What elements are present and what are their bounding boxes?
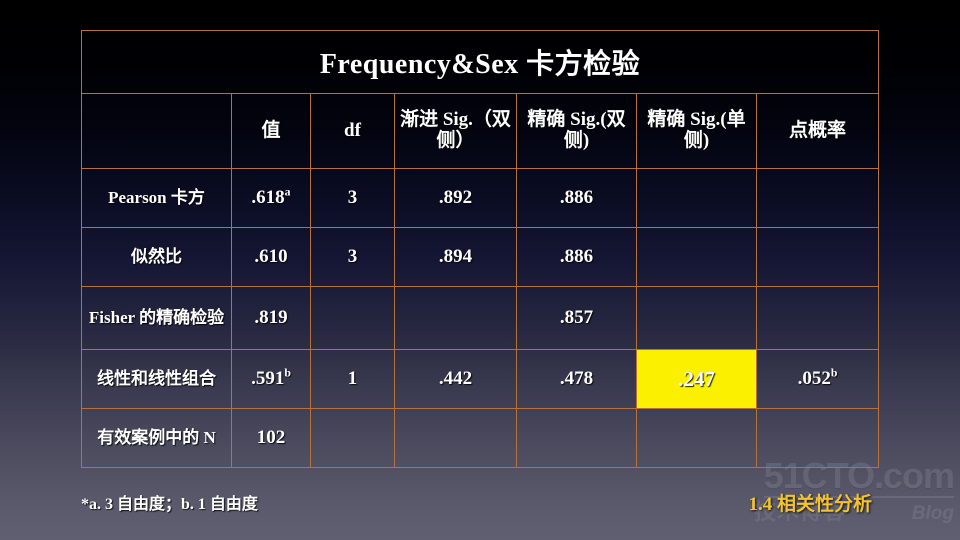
data-cell: .478	[516, 349, 637, 409]
data-cell	[394, 408, 517, 468]
highlighted-cell: .247	[636, 349, 757, 409]
data-cell: .886	[516, 227, 637, 287]
section-label: 1.4 相关性分析	[748, 493, 872, 515]
data-cell: .610	[231, 227, 311, 287]
cell-footnote-marker: a	[284, 185, 291, 199]
data-cell	[636, 408, 757, 468]
data-cell: 1	[310, 349, 395, 409]
cell-value: .618	[251, 187, 285, 208]
slide-canvas: 51CTO.com 技术博客 Blog Frequency&Sex 卡方检验值 d…	[0, 0, 960, 540]
data-cell	[516, 408, 637, 468]
chi-square-table: Frequency&Sex 卡方检验值 df 渐进 Sig.（双侧） 精确 Sig.(…	[81, 30, 879, 468]
cell-value: .591	[251, 368, 285, 389]
data-cell	[756, 168, 879, 228]
data-cell: .819	[231, 286, 311, 350]
data-cell	[636, 227, 757, 287]
data-cell: .618a	[231, 168, 311, 228]
table-header-row: 值 df 渐进 Sig.（双侧） 精确 Sig.(双侧) 精确 Sig.(单侧) 点概率	[81, 93, 879, 169]
data-cell: .052b	[756, 349, 879, 409]
watermark-blog-text: Blog	[911, 503, 954, 524]
column-header: 精确 Sig.(单侧)	[636, 93, 757, 169]
cell-value: .052	[797, 368, 831, 389]
data-cell: .442	[394, 349, 517, 409]
data-cell: 102	[231, 408, 311, 468]
column-header: df	[310, 93, 395, 169]
data-cell: .857	[516, 286, 637, 350]
row-label: 线性和线性组合	[81, 349, 232, 409]
cell-footnote-marker: b	[830, 366, 838, 380]
column-header: 渐进 Sig.（双侧）	[394, 93, 517, 169]
column-header-corner	[81, 93, 232, 169]
data-cell	[756, 408, 879, 468]
data-cell	[310, 408, 395, 468]
data-cell: .886	[516, 168, 637, 228]
data-cell	[756, 227, 879, 287]
data-cell	[636, 168, 757, 228]
table-title: Frequency&Sex 卡方检验	[81, 30, 879, 94]
row-label: Pearson 卡方	[81, 168, 232, 228]
data-cell: 3	[310, 168, 395, 228]
table-row: 似然比 .610 3.894.886	[81, 227, 879, 287]
table-row: Fisher 的精确检验 .819 .857	[81, 286, 879, 350]
data-cell	[756, 286, 879, 350]
data-cell: 3	[310, 227, 395, 287]
table-row: 线性和线性组合 .591b 1.442.478.247.052b	[81, 349, 879, 409]
column-header: 精确 Sig.(双侧)	[516, 93, 637, 169]
table-title-row: Frequency&Sex 卡方检验	[81, 30, 879, 94]
row-label: Fisher 的精确检验	[81, 286, 232, 350]
row-label: 有效案例中的 N	[81, 408, 232, 468]
footnote-row: *a. 3 自由度；b. 1 自由度 1.4 相关性分析	[81, 482, 878, 522]
data-cell	[394, 286, 517, 350]
table-row: Pearson 卡方 .618a 3.892.886	[81, 168, 879, 228]
table-row: 有效案例中的 N 102	[81, 408, 879, 468]
column-header: 点概率	[756, 93, 879, 169]
data-cell: .894	[394, 227, 517, 287]
table-footnote: *a. 3 自由度；b. 1 自由度	[81, 496, 258, 513]
data-cell	[636, 286, 757, 350]
data-cell: .591b	[231, 349, 311, 409]
row-label: 似然比	[81, 227, 232, 287]
data-cell	[310, 286, 395, 350]
cell-footnote-marker: b	[284, 366, 291, 380]
data-cell: .892	[394, 168, 517, 228]
column-header: 值	[231, 93, 311, 169]
